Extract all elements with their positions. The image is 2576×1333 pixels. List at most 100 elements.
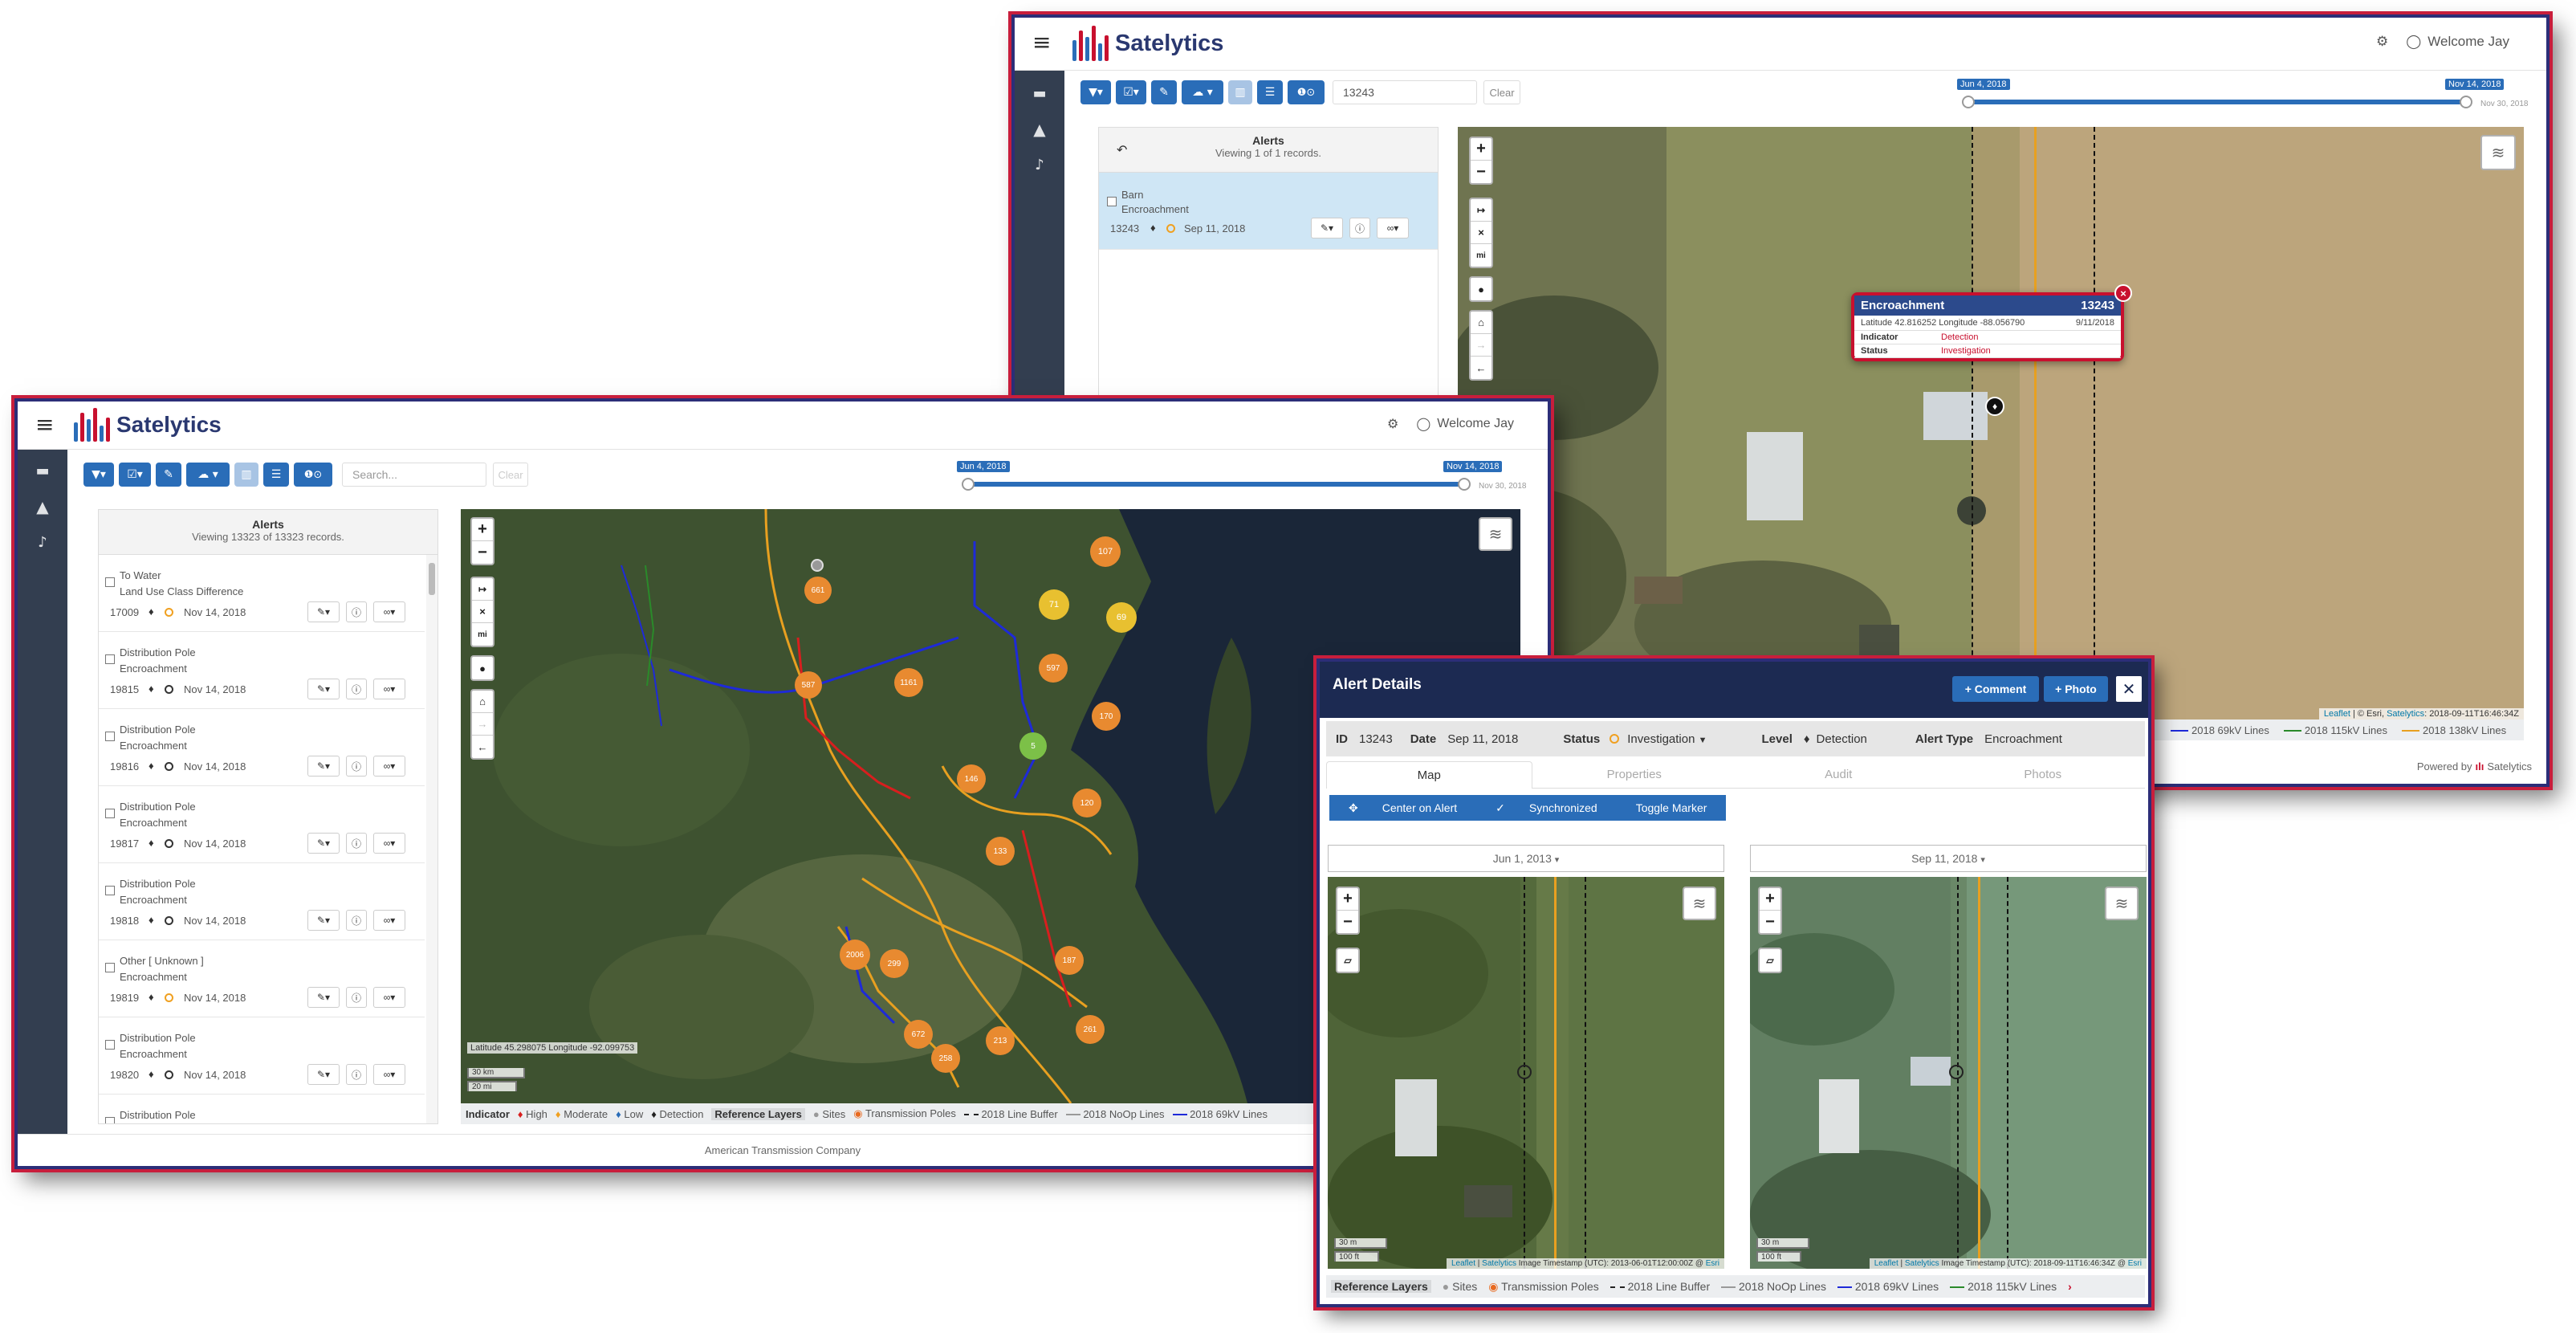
slider-start-handle[interactable] <box>962 478 975 491</box>
item-checkbox[interactable] <box>105 886 115 895</box>
binoculars-icon[interactable]: ∞▾ <box>373 1064 405 1085</box>
satelytics-link[interactable]: Satelytics <box>1905 1259 1939 1268</box>
cluster-marker[interactable]: 587 <box>795 671 822 699</box>
edit-icon[interactable]: ✎▾ <box>307 1064 340 1085</box>
cluster-marker[interactable]: 170 <box>1092 702 1121 731</box>
measure-control[interactable]: ↦ × mi <box>1469 198 1493 268</box>
alerts-list[interactable]: To Water Land Use Class Difference 17009… <box>99 555 425 1123</box>
ruler-icon[interactable]: ▱ <box>1337 949 1358 972</box>
settings-icon[interactable]: ⚙ <box>1387 416 1398 431</box>
units-icon[interactable]: mi <box>1471 244 1491 267</box>
center-on-alert-button[interactable]: ✥ Center on Alert <box>1329 795 1477 821</box>
site-marker[interactable] <box>811 559 824 572</box>
cluster-marker[interactable]: 69 <box>1106 602 1137 633</box>
ruler-control[interactable]: ▱ <box>1336 948 1360 973</box>
zoom-control[interactable]: + − <box>1758 887 1782 935</box>
cluster-marker[interactable]: 187 <box>1055 946 1084 975</box>
item-checkbox[interactable] <box>105 809 115 818</box>
settings-icon[interactable]: ⚙ <box>2376 34 2388 50</box>
item-checkbox[interactable] <box>105 732 115 741</box>
cloud-button[interactable]: ☁ ▾ <box>186 463 230 487</box>
check-button[interactable]: ☑▾ <box>119 463 151 487</box>
satelytics-link[interactable]: Satelytics <box>2387 709 2424 719</box>
zoom-in-icon[interactable]: + <box>1337 888 1358 911</box>
units-icon[interactable]: mi <box>472 623 493 646</box>
measure-control[interactable]: ↦ × mi <box>470 577 494 647</box>
marker-icon[interactable]: ● <box>1471 278 1491 300</box>
cluster-marker[interactable]: 1161 <box>894 668 923 697</box>
folder-icon[interactable]: ▬ <box>35 463 49 479</box>
forward-icon[interactable]: → <box>1471 334 1491 357</box>
edit-icon[interactable]: ✎▾ <box>307 679 340 699</box>
edit-icon[interactable]: ✎▾ <box>1311 218 1343 238</box>
info-toggle-button[interactable]: ❶⊙ <box>294 463 332 487</box>
alert-marker-icon[interactable]: ♦ <box>1985 397 2004 416</box>
edit-icon[interactable]: ✎▾ <box>307 833 340 854</box>
layers-icon[interactable]: ≋ <box>2105 887 2139 920</box>
zoom-out-icon[interactable]: − <box>1337 911 1358 933</box>
tab-properties[interactable]: Properties <box>1532 761 1736 789</box>
list-item[interactable]: Distribution Pole <box>99 1095 425 1123</box>
binoculars-icon[interactable]: ∞▾ <box>373 679 405 699</box>
slider-end-handle[interactable] <box>2460 96 2472 108</box>
popup-close-icon[interactable]: × <box>2114 284 2132 302</box>
home-icon[interactable]: ⌂ <box>1471 312 1491 334</box>
bell-icon[interactable]: ♪ <box>1035 157 1044 173</box>
cluster-marker[interactable]: 5 <box>1019 732 1047 760</box>
list-item[interactable]: Distribution Pole Encroachment 19817 ♦ N… <box>99 786 425 863</box>
list-item[interactable]: Distribution Pole Encroachment 19815 ♦ N… <box>99 632 425 709</box>
add-comment-button[interactable]: + Comment <box>1952 676 2039 702</box>
item-checkbox[interactable] <box>105 963 115 972</box>
check-button[interactable]: ☑▾ <box>1116 80 1146 104</box>
list-item[interactable]: Other [ Unknown ] Encroachment 19819 ♦ N… <box>99 940 425 1017</box>
tab-audit[interactable]: Audit <box>1736 761 1941 789</box>
zoom-in-icon[interactable]: + <box>1471 138 1491 161</box>
aerial-map[interactable]: + − ↦ × mi ● ⌂ → ← ≋ ♦ × Encroachment 13… <box>1458 127 2524 719</box>
folder-icon[interactable]: ▬ <box>1032 85 1046 102</box>
binoculars-icon[interactable]: ∞▾ <box>373 910 405 931</box>
leaflet-link[interactable]: Leaflet <box>1451 1259 1475 1268</box>
list-item[interactable]: Distribution Pole Encroachment 19816 ♦ N… <box>99 709 425 786</box>
binoculars-icon[interactable]: ∞▾ <box>1377 218 1409 238</box>
item-checkbox[interactable] <box>1107 197 1117 206</box>
cluster-marker[interactable]: 261 <box>1076 1015 1105 1044</box>
list-button[interactable]: ☰ <box>1257 80 1283 104</box>
cluster-marker[interactable]: 133 <box>986 837 1015 866</box>
cluster-marker[interactable]: 120 <box>1072 789 1101 817</box>
satelytics-link[interactable]: Satelytics <box>1482 1259 1516 1268</box>
zoom-out-icon[interactable]: − <box>472 541 493 564</box>
esri-link[interactable]: Esri <box>1706 1259 1719 1268</box>
list-scrollbar[interactable] <box>426 555 437 1123</box>
cluster-marker[interactable]: 597 <box>1039 654 1068 683</box>
cloud-button[interactable]: ☁ ▾ <box>1182 80 1223 104</box>
info-icon[interactable]: ⓘ <box>346 910 367 931</box>
user-menu[interactable]: ⚙ ◯ Welcome Jay <box>2376 34 2509 50</box>
left-compare-map[interactable]: + − ▱ ≋ 30 m 100 ft Leaflet | Satelytics… <box>1328 877 1724 1269</box>
locate-control[interactable]: ● <box>1469 276 1493 302</box>
close-icon[interactable]: ✕ <box>2116 676 2142 702</box>
edit-icon[interactable]: ✎▾ <box>307 910 340 931</box>
item-checkbox[interactable] <box>105 654 115 664</box>
info-icon[interactable]: ⓘ <box>346 679 367 699</box>
cluster-marker[interactable]: 258 <box>931 1044 960 1073</box>
history-control[interactable]: ⌂ → ← <box>1469 310 1493 381</box>
binoculars-icon[interactable]: ∞▾ <box>373 601 405 622</box>
measure-icon[interactable]: ↦ <box>1471 199 1491 222</box>
list-item[interactable]: Distribution Pole Encroachment 19818 ♦ N… <box>99 863 425 940</box>
zoom-in-icon[interactable]: + <box>1760 888 1780 911</box>
binoculars-icon[interactable]: ∞▾ <box>373 756 405 777</box>
cluster-marker[interactable]: 213 <box>986 1026 1015 1055</box>
leaflet-link[interactable]: Leaflet <box>1874 1259 1898 1268</box>
trash-button[interactable]: ▥ <box>234 463 258 487</box>
ruler-icon[interactable]: ▱ <box>1760 949 1780 972</box>
right-date-select[interactable]: Sep 11, 2018 ▾ <box>1750 845 2147 872</box>
measure-icon[interactable]: ↦ <box>472 578 493 601</box>
item-checkbox[interactable] <box>105 577 115 587</box>
date-range-slider[interactable] <box>967 482 1464 487</box>
clear-button[interactable]: Clear <box>493 463 528 487</box>
info-icon[interactable]: ⓘ <box>346 601 367 622</box>
menu-icon[interactable]: ≡ <box>35 411 54 438</box>
clear-button[interactable]: Clear <box>1483 80 1520 104</box>
cluster-marker[interactable]: 672 <box>904 1020 933 1049</box>
ruler-control[interactable]: ▱ <box>1758 948 1782 973</box>
